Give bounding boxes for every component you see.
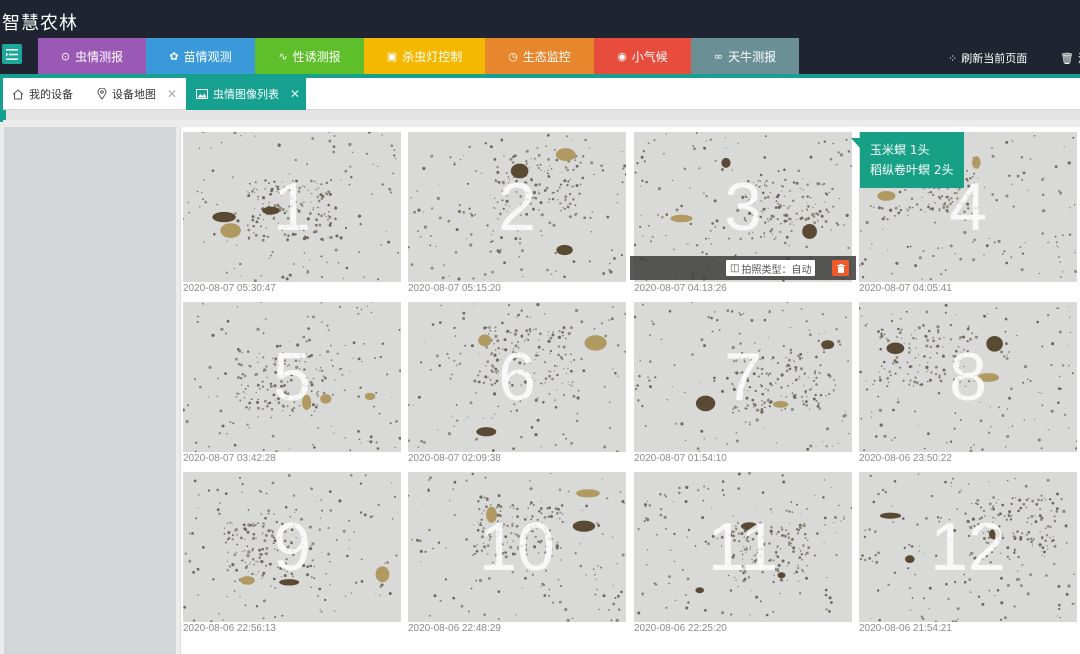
image-icon [196,89,208,99]
image-card[interactable]: 12 2020-08-06 21:54:21 [859,472,1077,637]
image-number: 6 [498,339,536,415]
home-icon [12,88,24,99]
image-card[interactable]: 1 2020-08-07 05:30:47 [183,132,401,297]
image-timestamp: 2020-08-06 21:54:21 [859,623,952,634]
tooltip-line-rice-leafroller: 稻纵卷叶螟 2头 [870,163,954,177]
toolbar-accent [0,110,6,120]
toolbar-strip [0,110,1080,120]
sprout-icon: ✿ [169,50,179,63]
nav-tab-label: 虫情测报 [75,50,124,64]
nav-tab-4[interactable]: ▣ 杀虫灯控制 [364,38,485,75]
pest-photo[interactable]: 12 [859,472,1077,622]
nav-tab-label: 杀虫灯控制 [402,50,463,64]
image-timestamp: 2020-08-07 04:05:41 [859,283,952,294]
pest-photo[interactable]: 1 [183,132,401,282]
nav-tab-label: 性诱测报 [292,50,341,64]
image-timestamp: 2020-08-07 05:15:20 [408,283,501,294]
image-number: 12 [930,509,1006,585]
pest-photo[interactable]: 11 [634,472,852,622]
module-nav: ⊙ 虫情测报 ✿ 苗情观测 ∿ 性诱测报 ▣ 杀虫灯控制 ◷ 生态监控 ◉ 小气候 ∞ 天牛测报 [38,38,799,75]
close-icon[interactable]: ✕ [167,87,177,101]
delete-image-button[interactable] [832,260,849,276]
image-timestamp: 2020-08-07 02:09:38 [408,453,501,464]
image-timestamp: 2020-08-07 04:13:26 [634,283,727,294]
image-timestamp: 2020-08-06 22:48:29 [408,623,501,634]
image-card[interactable]: 2 2020-08-07 05:15:20 [408,132,626,297]
close-icon[interactable]: ✕ [290,87,300,101]
tooltip-line-corn-borer: 玉米螟 1头 [870,143,930,157]
image-number: 10 [479,509,555,585]
image-timestamp: 2020-08-06 22:25:20 [634,623,727,634]
nav-tab-label: 小气候 [631,50,668,64]
nav-tab-5[interactable]: ◷ 生态监控 [485,38,594,75]
nav-tab-label: 生态监控 [522,50,571,64]
clock-icon: ◷ [508,50,518,63]
menu-icon [6,48,18,60]
image-card[interactable]: 9 2020-08-06 22:56:13 [183,472,401,637]
tab-label: 设备地图 [112,88,156,101]
menu-toggle-button[interactable] [2,44,22,64]
nav-tab-1[interactable]: ⊙ 虫情测报 [38,38,146,75]
trash-icon: 🗑 [1060,51,1074,65]
trash-icon [836,263,845,273]
image-number: 11 [707,509,779,585]
image-number: 8 [949,339,987,415]
map-pin-icon [97,88,107,100]
lamp-icon: ▣ [386,50,398,63]
pest-photo[interactable]: 2 [408,132,626,282]
top-header: 智慧农林 ⊙ 虫情测报 ✿ 苗情观测 ∿ 性诱测报 ▣ 杀虫灯控制 ◷ 生态监控 ◉ 小气候 ∞ 天牛测报… [0,0,1080,76]
image-timestamp: 2020-08-06 22:56:13 [183,623,276,634]
tab-label: 我的设备 [29,88,73,101]
pest-photo[interactable]: 7 [634,302,852,452]
tab-pest-image-list[interactable]: 虫情图像列表 ✕ [186,78,306,110]
image-card[interactable]: 11 2020-08-06 22:25:20 [634,472,852,637]
tab-my-devices[interactable]: 我的设备 [12,78,92,110]
clear-button[interactable]: 🗑 清 [1060,50,1080,66]
image-card[interactable]: 7 2020-08-07 01:54:10 [634,302,852,467]
tab-device-map[interactable]: 设备地图 ✕ [97,78,181,110]
left-panel [4,127,176,654]
image-number: 1 [273,169,311,245]
app-title: 智慧农林 [2,13,78,34]
refresh-page-button[interactable]: ⁘ 刷新当前页面 [948,50,1027,66]
image-timestamp: 2020-08-06 23:50:22 [859,453,952,464]
image-action-overlay: ◫ 拍照类型：自动 [630,256,856,280]
pest-photo[interactable]: 6 [408,302,626,452]
photo-type-label: 拍照类型：自动 [741,264,812,276]
nav-tab-2[interactable]: ✿ 苗情观测 [146,38,255,75]
camera-icon: ◫ [730,262,740,274]
nav-tab-6[interactable]: ◉ 小气候 [594,38,691,75]
link-icon: ∞ [713,50,724,63]
image-timestamp: 2020-08-07 03:42:28 [183,453,276,464]
nav-tab-3[interactable]: ∿ 性诱测报 [255,38,364,75]
nav-tab-label: 天牛测报 [728,50,777,64]
image-timestamp: 2020-08-07 01:54:10 [634,453,727,464]
pest-photo[interactable]: 10 [408,472,626,622]
page-tabs: 我的设备 设备地图 ✕ 虫情图像列表 ✕ [0,78,1080,122]
crosshair-icon: ⊙ [60,50,71,63]
image-number: 9 [273,509,311,585]
pest-photo[interactable]: 9 [183,472,401,622]
image-card[interactable]: 6 2020-08-07 02:09:38 [408,302,626,467]
image-card[interactable]: 5 2020-08-07 03:42:28 [183,302,401,467]
image-card[interactable]: 10 2020-08-06 22:48:29 [408,472,626,637]
photo-type-badge: ◫ 拍照类型：自动 [726,260,816,276]
spinner-icon: ⁘ [948,51,958,65]
pest-photo[interactable]: 8 [859,302,1077,452]
tab-label: 虫情图像列表 [213,88,279,101]
nav-tab-7[interactable]: ∞ 天牛测报 [691,38,799,75]
refresh-page-label: 刷新当前页面 [961,52,1028,65]
image-card[interactable]: 8 2020-08-06 23:50:22 [859,302,1077,467]
image-number: 5 [273,339,311,415]
image-number: 7 [724,339,762,415]
image-number: 2 [498,169,536,245]
image-timestamp: 2020-08-07 05:30:47 [183,283,276,294]
pest-count-tooltip: 玉米螟 1头 稻纵卷叶螟 2头 [851,132,964,188]
pest-photo[interactable]: 5 [183,302,401,452]
pulse-icon: ∿ [278,50,288,63]
nav-tab-label: 苗情观测 [183,50,232,64]
compass-icon: ◉ [617,50,627,63]
